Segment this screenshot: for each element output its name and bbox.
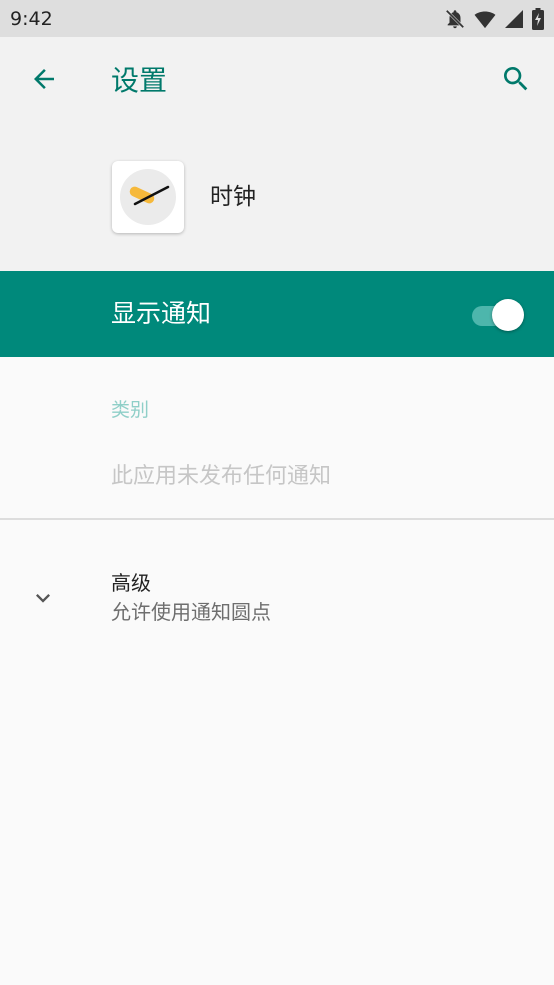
advanced-title: 高级 [111,571,151,595]
app-header: 时钟 [0,123,554,271]
show-notifications-label: 显示通知 [111,299,212,328]
chevron-down-icon [26,581,60,615]
no-channels-text: 此应用未发布任何通知 [111,464,332,489]
app-name: 时钟 [210,184,256,210]
divider [0,518,554,520]
advanced-summary: 允许使用通知圆点 [111,600,271,624]
arrow-back-icon [29,64,59,98]
battery-charging-icon [532,7,544,30]
signal-icon [504,9,524,29]
search-icon [500,63,532,99]
app-bar: 设置 [0,37,554,123]
category-header: 类别 [111,399,150,421]
status-bar: 9:42 [0,0,554,37]
status-icons [444,7,544,30]
search-button[interactable] [494,59,538,103]
back-button[interactable] [22,59,66,103]
advanced-row[interactable]: 高级 允许使用通知圆点 [0,557,554,637]
settings-content: 类别 此应用未发布任何通知 高级 允许使用通知圆点 [0,357,554,985]
toggle-thumb [492,299,524,331]
notifications-off-icon [444,8,466,30]
wifi-icon [474,9,496,29]
clock-app-icon [112,161,184,233]
status-time: 9:42 [10,7,53,30]
show-notifications-toggle[interactable] [470,298,526,332]
page-title: 设置 [111,64,168,97]
show-notifications-row[interactable]: 显示通知 [0,271,554,357]
